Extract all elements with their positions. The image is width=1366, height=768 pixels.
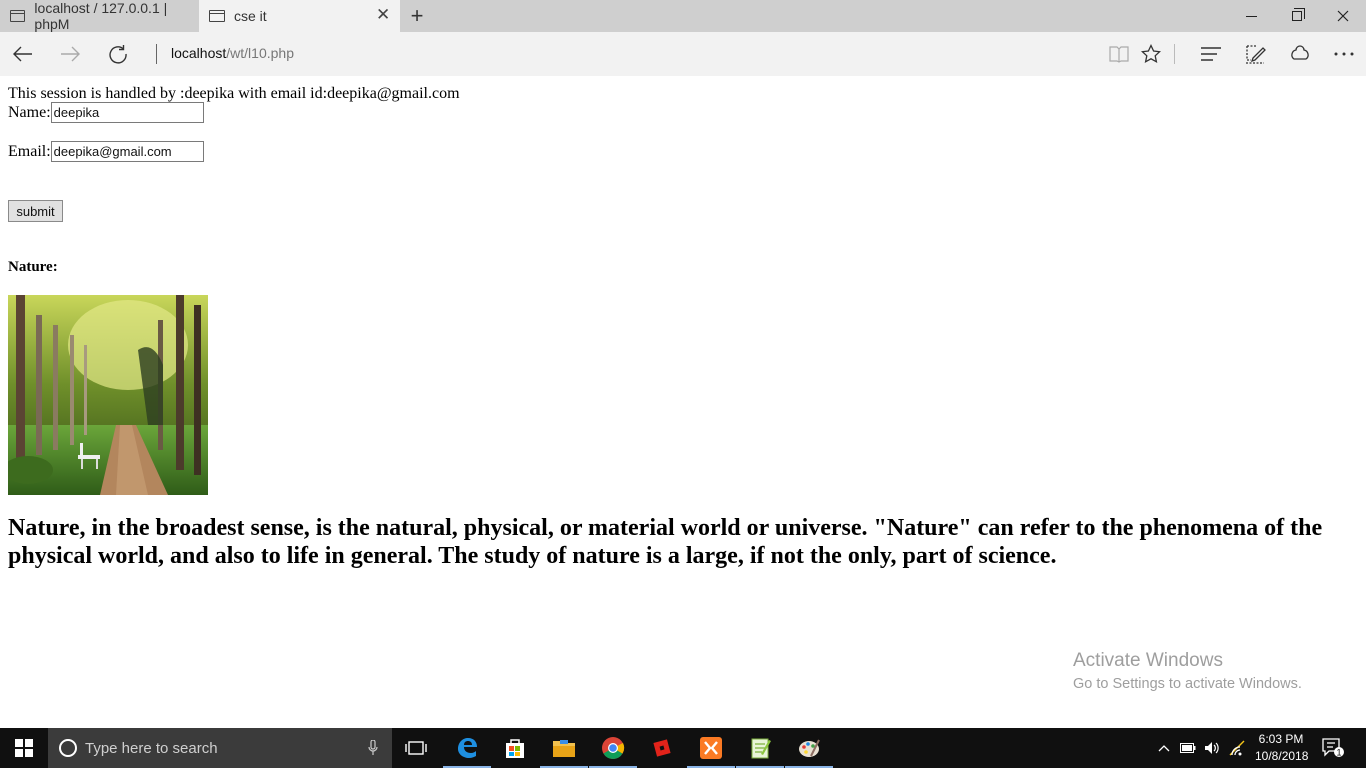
- book-icon: [1109, 46, 1129, 63]
- new-tab-button[interactable]: +: [404, 3, 430, 29]
- chrome-icon: [602, 737, 625, 759]
- more-button[interactable]: [1328, 38, 1360, 70]
- start-button[interactable]: [0, 728, 48, 768]
- clock-time: 6:03 PM: [1258, 732, 1304, 746]
- watermark-title: Activate Windows: [1073, 650, 1223, 671]
- back-button[interactable]: [7, 38, 39, 70]
- forward-arrow-icon: [61, 46, 80, 62]
- microphone-icon[interactable]: [368, 740, 378, 756]
- volume-icon[interactable]: [1204, 741, 1220, 755]
- name-label: Name:: [8, 103, 51, 121]
- page-icon: [209, 10, 225, 22]
- tab-title: cse it: [234, 8, 267, 24]
- taskbar-store[interactable]: [491, 728, 539, 768]
- web-page: This session is handled by :deepika with…: [0, 76, 1366, 728]
- nature-heading: Nature:: [8, 259, 58, 275]
- favorite-button[interactable]: [1135, 38, 1167, 70]
- refresh-button[interactable]: [102, 38, 134, 70]
- folder-icon: [553, 740, 575, 757]
- nature-image: [8, 295, 208, 495]
- close-window-button[interactable]: [1320, 0, 1366, 32]
- submit-button[interactable]: submit: [8, 200, 63, 222]
- taskbar-clock[interactable]: 6:03 PM 10/8/2018: [1255, 731, 1309, 765]
- reading-view-button[interactable]: [1103, 38, 1135, 70]
- page-icon: [10, 10, 26, 22]
- battery-icon[interactable]: [1180, 743, 1196, 753]
- watermark-subtitle: Go to Settings to activate Windows.: [1073, 676, 1302, 692]
- name-row: Name:: [8, 102, 204, 123]
- cortana-icon: [59, 739, 77, 757]
- search-placeholder: Type here to search: [85, 739, 218, 757]
- chevron-up-icon[interactable]: [1158, 744, 1170, 752]
- clock-date: 10/8/2018: [1255, 749, 1309, 763]
- ellipsis-icon: [1334, 52, 1354, 56]
- share-button[interactable]: [1284, 38, 1316, 70]
- email-input[interactable]: [50, 141, 204, 162]
- back-arrow-icon: [13, 46, 32, 62]
- taskbar-notepad[interactable]: [736, 728, 784, 768]
- windows-logo-icon: [15, 739, 33, 757]
- close-tab-icon[interactable]: ✕: [376, 6, 390, 23]
- taskbar-roblox[interactable]: [638, 728, 686, 768]
- restore-button[interactable]: [1274, 0, 1320, 32]
- tab-cse-it[interactable]: cse it ✕: [199, 0, 400, 32]
- pen-note-icon: [1246, 45, 1266, 64]
- hub-lines-icon: [1201, 47, 1221, 61]
- address-bar-area: localhost/wt/l10.php: [0, 32, 1366, 76]
- activate-windows-watermark: Activate Windows Go to Settings to activ…: [1073, 650, 1302, 692]
- xampp-icon: [700, 737, 722, 759]
- taskbar-file-explorer[interactable]: [540, 728, 588, 768]
- paint-icon: [799, 739, 820, 757]
- minimize-button[interactable]: [1228, 0, 1274, 32]
- taskbar-chrome[interactable]: [589, 728, 637, 768]
- tab-phpmyadmin[interactable]: localhost / 127.0.0.1 | phpM: [0, 0, 199, 32]
- roblox-icon: [653, 739, 671, 757]
- notepad-icon: [751, 738, 771, 759]
- name-input[interactable]: [50, 102, 204, 123]
- nature-paragraph: Nature, in the broadest sense, is the na…: [8, 515, 1323, 569]
- tab-strip: localhost / 127.0.0.1 | phpM cse it ✕ +: [0, 0, 1366, 32]
- address-field[interactable]: localhost/wt/l10.php: [171, 45, 294, 61]
- taskbar: Type here to search 6:03 PM 10/8/2018 1: [0, 728, 1366, 768]
- edge-icon: [458, 738, 477, 758]
- session-message: This session is handled by :deepika with…: [8, 85, 460, 102]
- notification-icon: 1: [1322, 738, 1344, 758]
- web-note-button[interactable]: [1239, 38, 1271, 70]
- taskbar-edge[interactable]: [443, 728, 491, 768]
- store-icon: [506, 739, 524, 758]
- share-icon: [1291, 45, 1309, 60]
- star-icon: [1141, 44, 1161, 64]
- tab-title: localhost / 127.0.0.1 | phpM: [34, 0, 168, 32]
- taskbar-search[interactable]: Type here to search: [48, 728, 392, 768]
- task-view-icon: [405, 741, 427, 755]
- action-center-button[interactable]: 1: [1322, 738, 1344, 763]
- taskbar-xampp[interactable]: [687, 728, 735, 768]
- taskbar-paint[interactable]: [785, 728, 833, 768]
- refresh-icon: [109, 45, 127, 64]
- forward-button[interactable]: [54, 38, 86, 70]
- hub-button[interactable]: [1195, 38, 1227, 70]
- wifi-icon[interactable]: [1228, 740, 1246, 756]
- task-view-button[interactable]: [392, 728, 440, 768]
- email-label: Email:: [8, 142, 51, 160]
- email-row: Email:: [8, 141, 204, 162]
- notification-count: 1: [1336, 748, 1341, 758]
